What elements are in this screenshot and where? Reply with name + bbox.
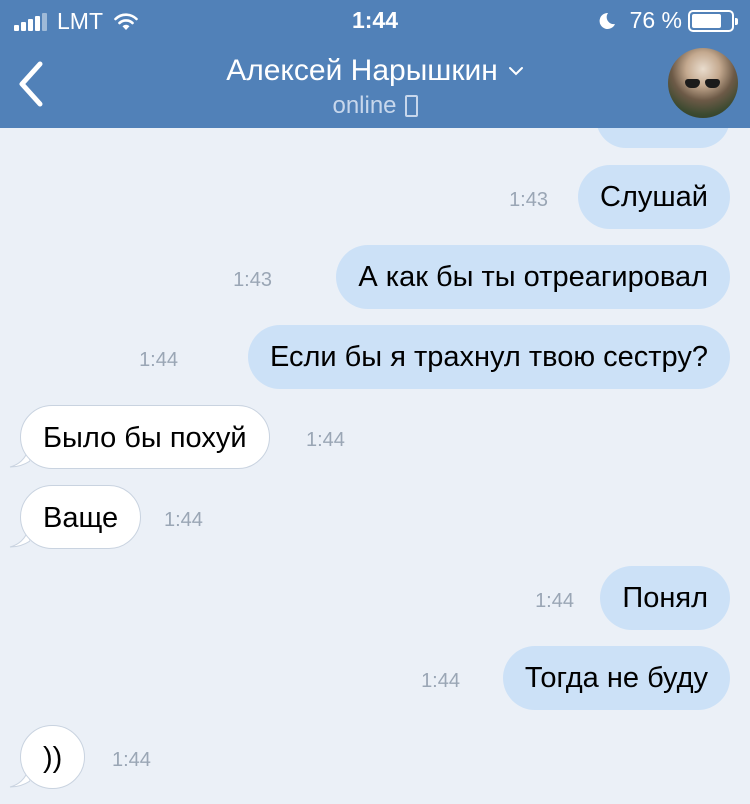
message-time: 1:43 — [233, 269, 272, 291]
online-status: online — [332, 92, 397, 119]
do-not-disturb-icon — [599, 12, 615, 29]
message-time: 1:44 — [535, 590, 574, 612]
message-bubble-outgoing[interactable]: Тогда не буду — [502, 646, 730, 710]
message-time: 1:44 — [306, 429, 345, 451]
contact-name: Алексей Нарышкин — [226, 54, 498, 87]
battery-percent: 76 % — [629, 7, 682, 33]
message-bubble-outgoing[interactable]: Слушай — [578, 165, 730, 229]
message-time: 1:43 — [509, 189, 548, 211]
battery-icon — [688, 9, 738, 32]
message-time: 1:44 — [164, 509, 203, 531]
chevron-down-icon — [508, 67, 523, 76]
message-bubble-outgoing[interactable]: Понял — [600, 566, 730, 630]
message-bubble-incoming[interactable]: )) — [20, 725, 86, 789]
sunglasses-icon — [685, 79, 721, 88]
message-time: 1:44 — [421, 670, 460, 692]
conversation-title[interactable]: Алексей Нарышкин online — [0, 54, 750, 120]
mobile-phone-icon — [404, 95, 418, 117]
message-bubble-outgoing[interactable]: А как бы ты отреагировал — [336, 245, 730, 309]
message-bubble-incoming[interactable]: Ваще — [20, 485, 142, 549]
chat-header: LMT 1:44 76 % Алексей Нарышкин online — [0, 0, 750, 128]
message-bubble-incoming[interactable]: Было бы похуй — [20, 405, 270, 469]
status-bar: LMT 1:44 76 % — [0, 0, 750, 40]
message-time: 1:44 — [139, 349, 178, 371]
message-time: 1:44 — [112, 749, 151, 771]
avatar[interactable] — [668, 48, 738, 118]
message-bubble-outgoing[interactable]: Если бы я трахнул твою сестру? — [247, 325, 730, 389]
